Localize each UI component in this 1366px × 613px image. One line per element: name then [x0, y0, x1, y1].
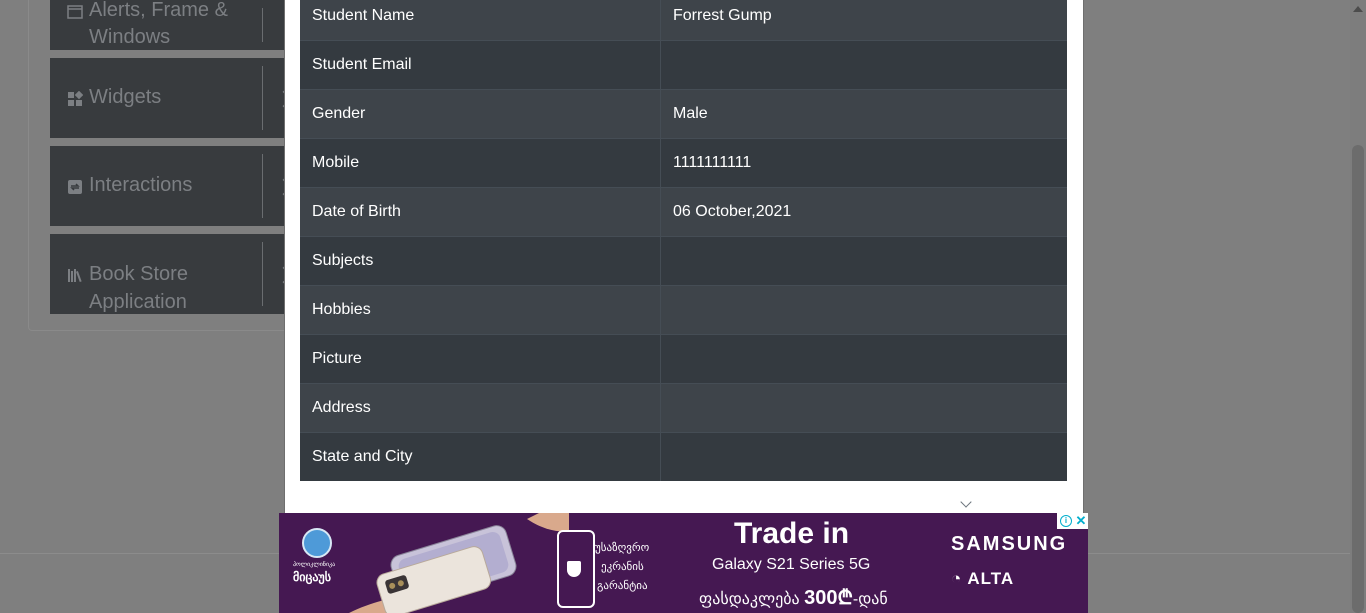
scroll-up-arrow-icon[interactable] [1353, 6, 1363, 12]
table-row: Student Name Forrest Gump [300, 0, 1067, 41]
phone-hands-image [349, 513, 569, 613]
table-row: Address [300, 383, 1067, 433]
table-row: Hobbies [300, 285, 1067, 335]
row-value [660, 432, 1067, 481]
widgets-icon [68, 91, 83, 106]
sidebar-group-label: Book Store [89, 263, 188, 285]
alta-logo: ◔ ALTA [951, 569, 1014, 589]
price-suffix: -დან [852, 591, 888, 608]
badge-line: უსაზღვრო [595, 542, 650, 554]
price-prefix: ფასდაკლება [699, 591, 800, 608]
row-label: Student Name [300, 0, 661, 41]
row-label: Gender [300, 89, 661, 139]
ad-banner[interactable]: პოლიკლინიკა მიცაუს უსაზღვრო ეკრანის გარა… [279, 513, 1088, 613]
ad-choices[interactable]: i ✕ [1057, 513, 1088, 529]
submission-table: Student Name Forrest Gump Student Email G… [300, 0, 1067, 481]
sidebar-group-interactions[interactable]: Interactions [50, 146, 293, 226]
globe-icon [302, 528, 332, 558]
badge-line: ეკრანის [601, 561, 644, 573]
info-icon[interactable]: i [1060, 515, 1072, 527]
row-label: Date of Birth [300, 187, 661, 237]
shield-icon [567, 561, 581, 577]
row-value: Forrest Gump [660, 0, 1067, 41]
row-label: Hobbies [300, 285, 661, 335]
divider [262, 66, 263, 130]
badge-line: გარანტია [597, 580, 648, 592]
table-row: Subjects [300, 236, 1067, 286]
scrollbar-thumb[interactable] [1352, 145, 1364, 613]
books-icon [68, 269, 82, 283]
samsung-logo: SAMSUNG [951, 533, 1068, 555]
clinic-logo: პოლიკლინიკა მიცაუს [293, 528, 339, 590]
sidebar-group-label: Alerts, Frame & [89, 0, 228, 21]
row-label: Picture [300, 334, 661, 384]
row-value [660, 236, 1067, 286]
table-row: State and City [300, 432, 1067, 481]
row-label: Address [300, 383, 661, 433]
ad-price: ფასდაკლება 300₾-დან [699, 583, 888, 610]
ad-product: Galaxy S21 Series 5G [712, 556, 871, 573]
interactions-icon [68, 180, 82, 194]
row-value [660, 334, 1067, 384]
sidebar-group-label: Interactions [89, 174, 193, 196]
logo-caption: პოლიკლინიკა [293, 562, 336, 568]
row-value [660, 285, 1067, 335]
table-row: Mobile 1111111111 [300, 138, 1067, 188]
chevron-down-icon[interactable] [960, 496, 972, 508]
sidebar-group-label: Windows [89, 26, 171, 48]
row-value [660, 40, 1067, 90]
divider [262, 154, 263, 218]
table-row: Student Email [300, 40, 1067, 90]
logo-text: მიცაუს [293, 570, 331, 584]
row-value: 06 October,2021 [660, 187, 1067, 237]
row-label: Student Email [300, 40, 661, 90]
close-icon[interactable]: ✕ [1074, 513, 1088, 529]
sidebar-group-label: Application [89, 291, 187, 313]
row-label: Mobile [300, 138, 661, 188]
ad-headline: Trade in [734, 517, 850, 550]
sidebar-group-label: Widgets [89, 86, 162, 108]
table-row: Gender Male [300, 89, 1067, 139]
table-row: Picture [300, 334, 1067, 384]
submission-modal: Student Name Forrest Gump Student Email G… [284, 0, 1084, 514]
row-value [660, 383, 1067, 433]
row-value: Male [660, 89, 1067, 139]
table-row: Date of Birth 06 October,2021 [300, 187, 1067, 237]
row-label: State and City [300, 432, 661, 481]
sidebar-group-alerts[interactable]: Alerts, Frame & Windows [50, 0, 290, 50]
row-label: Subjects [300, 236, 661, 286]
window-icon [67, 5, 83, 19]
row-value: 1111111111 [660, 138, 1067, 188]
alta-text: ALTA [967, 569, 1015, 588]
divider [262, 8, 263, 42]
sidebar-group-book-store[interactable]: Book Store Application [50, 234, 293, 314]
price-amount: 300₾ [804, 587, 853, 609]
sidebar-group-widgets[interactable]: Widgets [50, 58, 293, 138]
divider [262, 242, 263, 306]
alta-icon: ◔ [951, 569, 963, 588]
